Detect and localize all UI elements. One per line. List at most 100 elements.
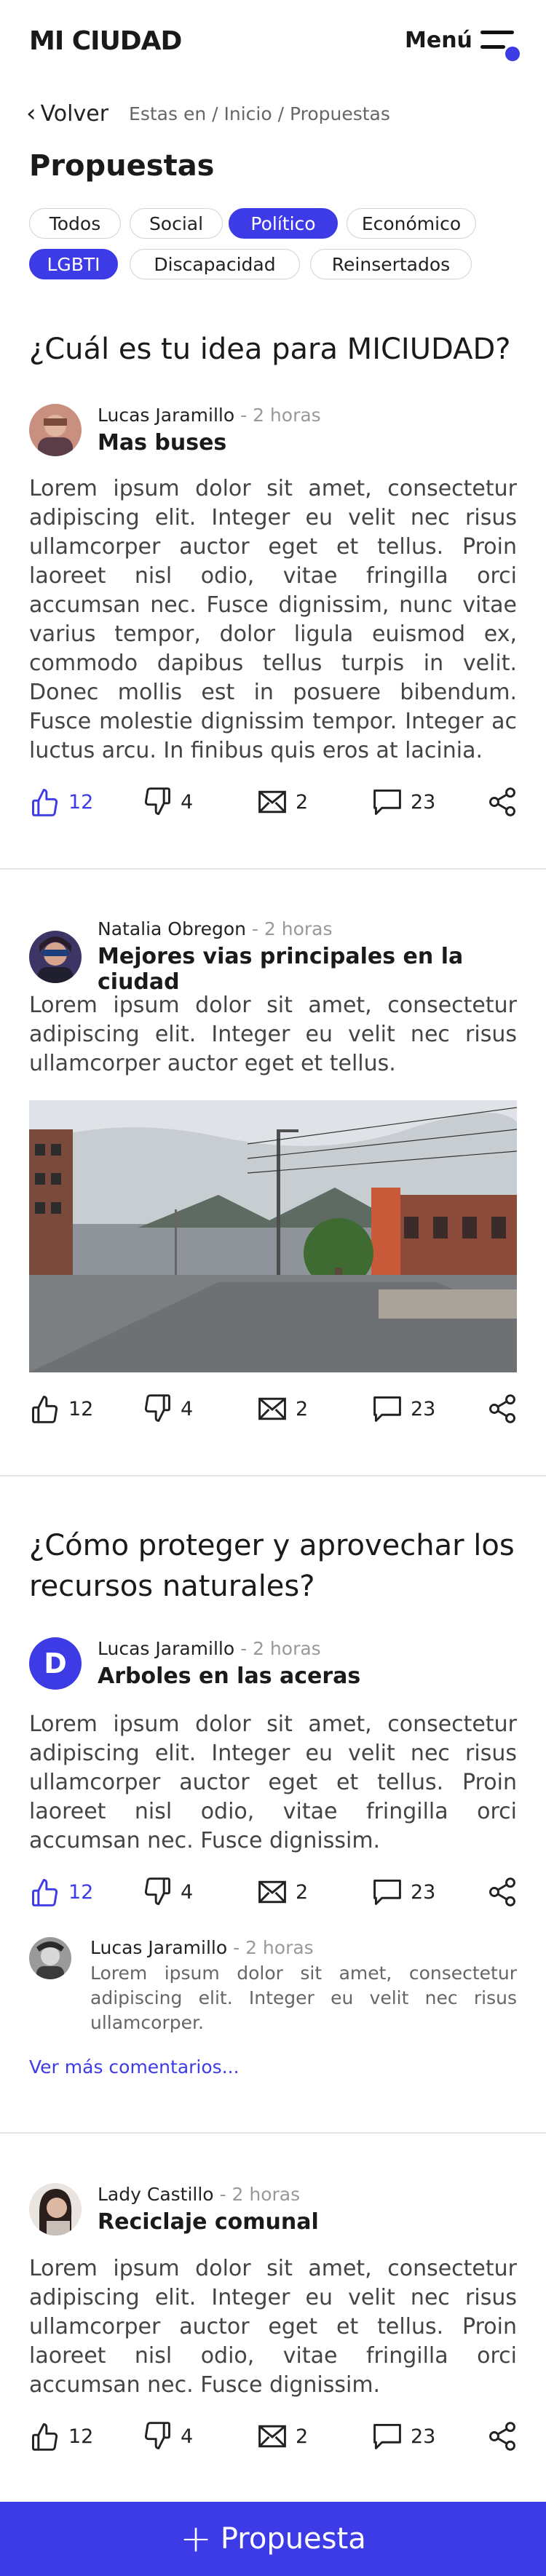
post-header: Lady Castillo - 2 horas Reciclaje comuna… — [29, 2183, 319, 2235]
post-actions: 12 4 2 23 — [29, 2420, 524, 2455]
post-author[interactable]: Natalia Obregon — [98, 918, 246, 939]
envelope-icon — [258, 2425, 286, 2448]
comment-count: 23 — [411, 1880, 436, 1904]
post-time: - 2 horas — [240, 405, 321, 426]
share-button[interactable] — [486, 786, 526, 818]
dislike-button[interactable]: 4 — [141, 2420, 193, 2452]
divider — [0, 1475, 546, 1476]
avatar[interactable] — [29, 404, 82, 456]
dislike-button[interactable]: 4 — [141, 1876, 193, 1908]
message-button[interactable]: 2 — [256, 1876, 308, 1908]
breadcrumb: ‹ Volver Estas en / Inicio / Propuestas — [26, 99, 390, 128]
avatar[interactable] — [29, 930, 82, 983]
avatar[interactable]: D — [29, 1637, 82, 1690]
share-button[interactable] — [486, 1876, 526, 1908]
comment-button[interactable]: 23 — [371, 1393, 435, 1425]
like-button[interactable]: 12 — [29, 786, 93, 818]
comment-author[interactable]: Lucas Jaramillo — [90, 1937, 227, 1958]
like-count: 12 — [68, 1397, 94, 1420]
share-icon — [489, 1877, 515, 1907]
filter-chip-todos[interactable]: Todos — [29, 208, 121, 239]
post-time: - 2 horas — [219, 2184, 301, 2205]
section-question: ¿Cuál es tu idea para MICIUDAD? — [29, 333, 511, 366]
like-button[interactable]: 12 — [29, 1876, 93, 1908]
envelope-icon — [258, 1397, 286, 1420]
filter-chip-lgbti[interactable]: LGBTI — [29, 249, 118, 279]
dislike-count: 4 — [181, 2425, 194, 2448]
like-button[interactable]: 12 — [29, 2420, 93, 2452]
share-button[interactable] — [486, 1393, 526, 1425]
post-title[interactable]: Arboles en las aceras — [98, 1663, 360, 1689]
new-proposal-button[interactable]: + Propuesta — [0, 2502, 546, 2576]
avatar[interactable] — [29, 1937, 71, 1979]
dislike-button[interactable]: 4 — [141, 786, 193, 818]
thumbs-down-icon — [144, 1877, 170, 1905]
post-author[interactable]: Lucas Jaramillo — [98, 405, 234, 426]
message-button[interactable]: 2 — [256, 2420, 308, 2452]
like-count: 12 — [68, 1880, 94, 1904]
comment-count: 23 — [411, 1397, 436, 1420]
menu-icon[interactable] — [480, 29, 524, 61]
filter-chip-reinsertados[interactable]: Reinsertados — [310, 249, 472, 279]
filter-chip-economico[interactable]: Económico — [347, 208, 476, 239]
share-button[interactable] — [486, 2420, 526, 2452]
speech-bubble-icon — [373, 1396, 401, 1422]
post-time: - 2 horas — [240, 1638, 321, 1659]
post-actions: 12 4 2 23 — [29, 1876, 524, 1911]
comment-button[interactable]: 23 — [371, 1876, 435, 1908]
dislike-count: 4 — [181, 790, 194, 814]
divider — [0, 2132, 546, 2134]
like-button[interactable]: 12 — [29, 1393, 93, 1425]
comment: Lucas Jaramillo - 2 horas Lorem ipsum do… — [29, 1937, 517, 2039]
post-author[interactable]: Lady Castillo — [98, 2184, 214, 2205]
back-button[interactable]: ‹ Volver — [26, 101, 108, 127]
thumbs-up-icon — [32, 2423, 58, 2451]
back-label: Volver — [40, 100, 109, 127]
comment-button[interactable]: 23 — [371, 2420, 435, 2452]
message-button[interactable]: 2 — [256, 786, 308, 818]
section-question: ¿Cómo proteger y aprovechar los recursos… — [29, 1529, 515, 1603]
speech-bubble-icon — [373, 2423, 401, 2449]
divider — [0, 868, 546, 870]
comment-text: Lorem ipsum dolor sit amet, consectetur … — [90, 1963, 517, 2033]
post-author[interactable]: Lucas Jaramillo — [98, 1638, 234, 1659]
page-title: Propuestas — [29, 149, 215, 183]
filter-chip-social[interactable]: Social — [130, 208, 223, 239]
app-logo[interactable]: MI CIUDAD — [29, 26, 182, 56]
avatar[interactable] — [29, 2183, 82, 2235]
plus-icon: + — [180, 2517, 212, 2561]
thumbs-down-icon — [144, 1394, 170, 1422]
menu-label[interactable]: Menú — [405, 28, 472, 53]
filter-chip-politico[interactable]: Político — [229, 208, 338, 239]
message-count: 2 — [296, 1397, 309, 1420]
more-comments-link[interactable]: Ver más comentarios... — [29, 2056, 240, 2078]
comment-button[interactable]: 23 — [371, 786, 435, 818]
message-count: 2 — [296, 1880, 309, 1904]
post-header: D Lucas Jaramillo - 2 horas Arboles en l… — [29, 1637, 360, 1690]
envelope-icon — [258, 790, 286, 814]
chevron-left-icon: ‹ — [26, 99, 36, 128]
post-title[interactable]: Mejores vias principales en la ciudad — [98, 944, 546, 995]
post-image[interactable] — [29, 1100, 517, 1372]
thumbs-up-icon — [32, 789, 58, 816]
message-count: 2 — [296, 2425, 309, 2448]
dislike-button[interactable]: 4 — [141, 1393, 193, 1425]
thumbs-up-icon — [32, 1396, 58, 1423]
thumbs-down-icon — [144, 2422, 170, 2449]
post-body: Lorem ipsum dolor sit amet, consectetur … — [29, 476, 517, 763]
post-title[interactable]: Reciclaje comunal — [98, 2209, 319, 2235]
like-count: 12 — [68, 790, 94, 814]
post-body: Lorem ipsum dolor sit amet, consectetur … — [29, 1712, 517, 1853]
like-count: 12 — [68, 2425, 94, 2448]
speech-bubble-icon — [373, 1879, 401, 1905]
filter-chip-discapacidad[interactable]: Discapacidad — [130, 249, 300, 279]
comment-count: 23 — [411, 2425, 436, 2448]
post-header: Lucas Jaramillo - 2 horas Mas buses — [29, 404, 321, 456]
post-actions: 12 4 2 23 — [29, 786, 524, 821]
post-body: Lorem ipsum dolor sit amet, consectetur … — [29, 2256, 517, 2398]
dislike-count: 4 — [181, 1880, 194, 1904]
post-header: Natalia Obregon - 2 horas Mejores vias p… — [29, 918, 546, 995]
post-title[interactable]: Mas buses — [98, 430, 321, 456]
message-button[interactable]: 2 — [256, 1393, 308, 1425]
message-count: 2 — [296, 790, 309, 814]
